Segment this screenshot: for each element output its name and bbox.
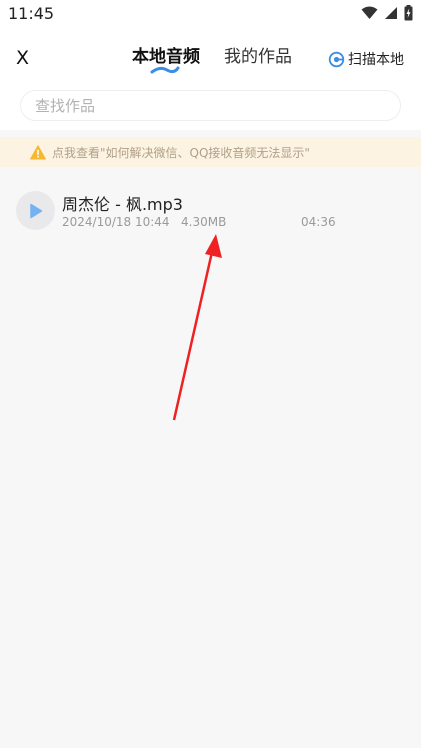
- play-button[interactable]: [16, 191, 55, 230]
- close-button[interactable]: X: [16, 48, 29, 68]
- scan-local-label: 扫描本地: [348, 52, 404, 68]
- status-bar: 11:45: [0, 0, 421, 30]
- tab-active-indicator: [150, 66, 180, 74]
- help-notice-banner[interactable]: 点我查看"如何解决微信、QQ接收音频无法显示": [0, 137, 421, 167]
- track-title: 周杰伦 - 枫.mp3: [62, 195, 183, 214]
- tab-my-works[interactable]: 我的作品: [224, 46, 292, 68]
- status-time: 11:45: [8, 4, 55, 23]
- top-panel: 11:45 X 本地音频 我的作品 扫描本地 查找作品: [0, 0, 421, 130]
- track-size: 4.30MB: [181, 215, 227, 229]
- track-date: 2024/10/18 10:44: [62, 215, 170, 229]
- header: X 本地音频 我的作品 扫描本地: [0, 38, 421, 78]
- battery-charging-icon: [404, 5, 413, 21]
- list-item[interactable]: 周杰伦 - 枫.mp3 2024/10/18 10:44 4.30MB 04:3…: [0, 182, 421, 238]
- signal-icon: [385, 7, 397, 19]
- track-duration: 04:36: [301, 215, 336, 229]
- status-icons: [361, 5, 413, 21]
- wifi-icon: [361, 6, 378, 19]
- warning-icon: [30, 144, 46, 159]
- search-input[interactable]: [33, 91, 377, 121]
- scan-icon: [328, 51, 345, 67]
- help-notice-text: 点我查看"如何解决微信、QQ接收音频无法显示": [52, 145, 310, 160]
- play-icon: [29, 203, 42, 218]
- scan-local-button[interactable]: 扫描本地: [328, 49, 404, 69]
- search-box: [20, 90, 401, 121]
